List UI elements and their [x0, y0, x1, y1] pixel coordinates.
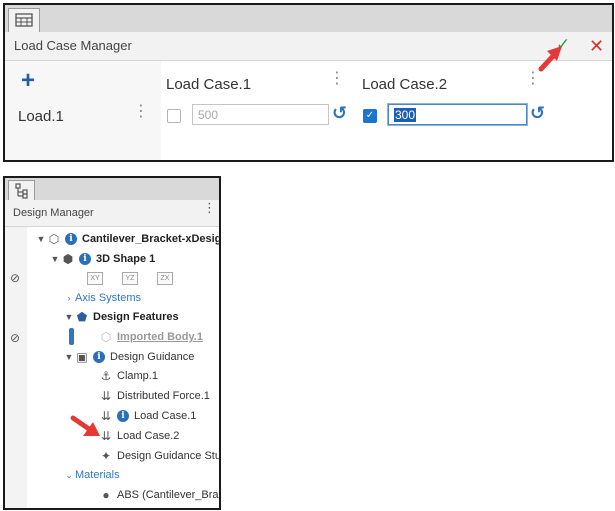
tree-item-label: Imported Body.1 — [117, 331, 203, 343]
table-grid-icon — [15, 13, 33, 27]
load-case-2-checkbox[interactable]: ✓ — [363, 109, 377, 123]
column-header-load-case-1: Load Case.1 — [166, 76, 252, 93]
column-menu-icon[interactable]: ⋮ — [329, 71, 345, 87]
row-menu-icon[interactable]: ⋮ — [133, 104, 149, 120]
shape-icon: ⬢ — [62, 252, 74, 266]
collapse-arrow-icon[interactable]: ▼ — [63, 312, 75, 322]
tree-item-label: Cantilever_Bracket-xDesign — [82, 233, 221, 245]
reset-value-icon[interactable]: ↺ — [332, 103, 347, 124]
panel-tab-bar — [5, 178, 219, 200]
panel-tab-bar — [5, 5, 612, 32]
selection-marker — [69, 328, 74, 345]
design-manager-header: Design Manager ⋮ — [5, 200, 219, 227]
collapse-arrow-icon[interactable]: ▼ — [35, 234, 47, 244]
panel-menu-icon[interactable]: ⋮ — [203, 201, 216, 214]
tree-item-label: Axis Systems — [75, 292, 142, 304]
load-case-1-value-input[interactable]: 500 — [192, 104, 329, 125]
material-sphere-icon: ● — [102, 488, 110, 502]
tree-item-label: Load Case.1 — [134, 410, 197, 422]
visibility-column — [5, 227, 27, 508]
tree-item-materials[interactable]: ⌄ Materials — [63, 466, 120, 484]
tree-item-root[interactable]: ▼ ⬡ i Cantilever_Bracket-xDesign — [35, 230, 221, 248]
tree-item-label: Distributed Force.1 — [117, 390, 210, 402]
info-icon[interactable]: i — [117, 410, 129, 422]
tree-item-clamp[interactable]: ⚓ Clamp.1 — [99, 367, 158, 385]
selected-value-text: 300 — [394, 108, 417, 122]
load-case-2-value-input[interactable]: 300 — [388, 104, 527, 125]
tree-item-distributed-force[interactable]: ⇊ Distributed Force.1 — [99, 387, 210, 405]
load-case-manager-tab[interactable] — [8, 8, 40, 33]
tree-item-label: Design Guidance Stu... — [117, 450, 221, 462]
body-cube-icon: ⬡ — [100, 330, 112, 344]
design-manager-tab[interactable] — [8, 180, 35, 201]
design-features-icon: ⬟ — [76, 310, 88, 324]
clamp-icon: ⚓ — [100, 369, 112, 383]
load-case-1-checkbox[interactable] — [167, 109, 181, 123]
tree-item-axis-systems[interactable]: › Axis Systems — [63, 289, 142, 307]
reference-planes: XY YZ ZX — [87, 269, 192, 287]
tree-item-label: Design Guidance — [110, 351, 195, 363]
column-header-load-case-2: Load Case.2 — [362, 76, 448, 93]
info-icon[interactable]: i — [79, 253, 91, 265]
design-manager-panel: Design Manager ⋮ ▼ ⬡ i Cantilever_Bracke… — [3, 176, 221, 510]
tree-item-label: ABS (Cantilever_Brac... — [117, 489, 219, 501]
tree-item-label: 3D Shape 1 — [96, 253, 156, 265]
study-icon: ✦ — [100, 449, 112, 463]
part-cube-icon: ⬡ — [48, 232, 60, 246]
title-bar: Load Case Manager — [5, 32, 612, 61]
collapse-arrow-icon[interactable]: ▼ — [49, 254, 61, 264]
design-guidance-icon: ▣ — [76, 350, 88, 364]
add-row-button[interactable]: + — [21, 69, 35, 93]
tree-item-label: Design Features — [93, 311, 179, 323]
tree-item-label: Load Case.2 — [117, 430, 180, 442]
hidden-eye-icon[interactable]: ⊘ — [10, 271, 20, 285]
reset-value-icon[interactable]: ↺ — [530, 103, 545, 124]
close-icon[interactable]: ✕ — [589, 36, 604, 57]
tree-item-design-features[interactable]: ▼ ⬟ Design Features — [63, 308, 179, 326]
annotation-arrow-icon — [70, 415, 100, 436]
panel-title: Design Manager — [13, 207, 94, 219]
tree-item-load-case-1[interactable]: ⇊ i Load Case.1 — [99, 407, 196, 425]
collapse-arrow-icon[interactable]: ▼ — [63, 352, 75, 362]
tree-item-label: Materials — [75, 469, 120, 481]
tree-item-material[interactable]: ● ABS (Cantilever_Brac... — [99, 486, 219, 504]
tree-item-design-guidance[interactable]: ▼ ▣ i Design Guidance — [63, 348, 195, 366]
column-menu-icon[interactable]: ⋮ — [525, 71, 541, 87]
tree-item-imported-body[interactable]: ⬡ Imported Body.1 — [99, 328, 203, 346]
collapse-arrow-icon[interactable]: ⌄ — [63, 470, 75, 481]
tree-item-load-case-2[interactable]: ⇊ Load Case.2 — [99, 427, 179, 445]
yz-plane-icon[interactable]: YZ — [122, 271, 138, 285]
hidden-eye-icon[interactable]: ⊘ — [10, 331, 20, 345]
panel-title: Load Case Manager — [14, 38, 132, 53]
expand-arrow-icon[interactable]: › — [63, 293, 75, 303]
load-case-manager-panel: Load Case Manager ✓ ✕ + Load Case.1 ⋮ Lo… — [3, 3, 614, 162]
zx-plane-icon[interactable]: ZX — [157, 271, 173, 285]
row-label-load-1: Load.1 — [18, 108, 64, 125]
info-icon[interactable]: i — [65, 233, 77, 245]
tree-item-label: Clamp.1 — [117, 370, 158, 382]
tree-item-design-guidance-study[interactable]: ✦ Design Guidance Stu... — [99, 447, 221, 465]
info-icon[interactable]: i — [93, 351, 105, 363]
tree-structure-icon — [15, 183, 28, 199]
tree-item-3d-shape[interactable]: ▼ ⬢ i 3D Shape 1 — [49, 250, 156, 268]
xy-plane-icon[interactable]: XY — [87, 271, 103, 285]
distributed-force-icon: ⇊ — [100, 389, 112, 403]
